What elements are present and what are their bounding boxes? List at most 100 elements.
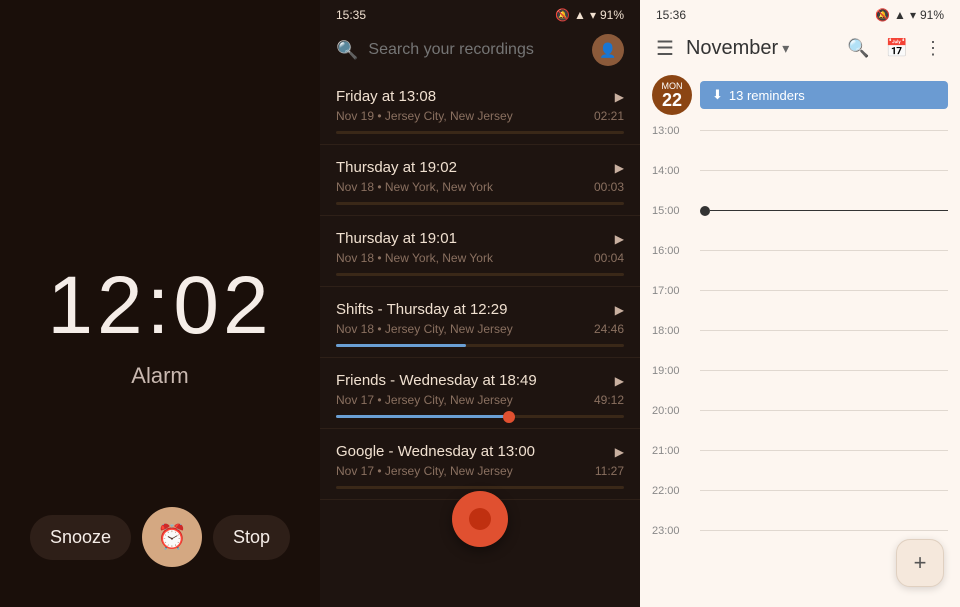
time-line bbox=[700, 530, 948, 531]
avatar-icon: 👤 bbox=[599, 42, 616, 59]
time-slot: 20:00 bbox=[640, 403, 960, 443]
recording-item[interactable]: Thursday at 19:01▶Nov 18 • New York, New… bbox=[320, 216, 640, 287]
time-line bbox=[700, 490, 948, 491]
search-icon: 🔍 bbox=[336, 40, 358, 61]
time-slot: 19:00 bbox=[640, 363, 960, 403]
time-label: 15:00 bbox=[652, 203, 692, 217]
time-label: 22:00 bbox=[652, 483, 692, 497]
progress-bar[interactable] bbox=[336, 344, 624, 347]
time-slot: 13:00 bbox=[640, 123, 960, 163]
recording-item[interactable]: Friday at 13:08 ▶ Nov 19 • Jersey City, Ne… bbox=[320, 74, 640, 145]
time-slot: 15:00 bbox=[640, 203, 960, 243]
progress-fill bbox=[336, 415, 509, 418]
time-line bbox=[700, 170, 948, 171]
time-slot: 21:00 bbox=[640, 443, 960, 483]
time-line bbox=[700, 370, 948, 371]
recording-meta: Nov 19 • Jersey City, New Jersey02:21 bbox=[336, 109, 624, 123]
calendar-toolbar-icons: 🔍 📅 ⋮ bbox=[841, 34, 948, 63]
recording-item[interactable]: Friends - Wednesday at 18:49 ▶ Nov 17 • Je… bbox=[320, 358, 640, 429]
recording-duration: 00:04 bbox=[594, 251, 624, 265]
calendar-date-row: Mon 22 ⬇ 13 reminders bbox=[640, 71, 960, 123]
recording-meta: Nov 18 • New York, New York 00:03 bbox=[336, 180, 624, 194]
progress-bar[interactable] bbox=[336, 415, 624, 418]
cal-battery: 91% bbox=[920, 8, 944, 22]
alarm-label: Alarm bbox=[131, 363, 188, 389]
recording-item[interactable]: Google - Wednesday at 13:00 ▶ Nov 17 • Jer… bbox=[320, 429, 640, 500]
recording-duration: 49:12 bbox=[594, 393, 624, 407]
progress-bar[interactable] bbox=[336, 202, 624, 205]
time-slot: 18:00 bbox=[640, 323, 960, 363]
recording-location: Nov 17 • Jersey City, New Jersey bbox=[336, 464, 513, 478]
recording-location: Nov 18 • Jersey City, New Jersey bbox=[336, 322, 513, 336]
recording-meta: Nov 17 • Jersey City, New Jersey 11:27 bbox=[336, 464, 624, 478]
recording-title: Friday at 13:08 bbox=[336, 88, 436, 105]
calendar-status-right: 🔕 ▲ ▾ 91% bbox=[875, 8, 944, 22]
time-label: 16:00 bbox=[652, 243, 692, 257]
time-line bbox=[700, 210, 948, 211]
alarm-clock-icon: ⏰ bbox=[157, 523, 187, 552]
month-title: November ▾ bbox=[686, 37, 833, 60]
time-line bbox=[700, 450, 948, 451]
more-button[interactable]: ⋮ bbox=[918, 34, 948, 63]
calendar-status-time: 15:36 bbox=[656, 8, 686, 22]
avatar[interactable]: 👤 bbox=[592, 34, 624, 66]
menu-button[interactable]: ☰ bbox=[652, 32, 678, 65]
month-dropdown-arrow[interactable]: ▾ bbox=[782, 40, 789, 57]
time-slot: 17:00 bbox=[640, 283, 960, 323]
play-button[interactable]: ▶ bbox=[615, 303, 624, 317]
calendar-timeline: 13:0014:00 15:00 16:00 17:00 18:00 19:0020:00… bbox=[640, 123, 960, 607]
recording-title: Google - Wednesday at 13:00 bbox=[336, 443, 535, 460]
alarm-icon-button[interactable]: ⏰ bbox=[142, 507, 202, 567]
play-button[interactable]: ▶ bbox=[615, 232, 624, 246]
record-button-inner bbox=[469, 508, 491, 530]
time-label: 18:00 bbox=[652, 323, 692, 337]
time-label: 21:00 bbox=[652, 443, 692, 457]
snooze-button[interactable]: Snooze bbox=[30, 515, 131, 560]
time-slot: 22:00 bbox=[640, 483, 960, 523]
mute-icon: 🔕 bbox=[555, 8, 570, 22]
time-slot: 14:00 bbox=[640, 163, 960, 203]
calendar-status-bar: 15:36 🔕 ▲ ▾ 91% bbox=[640, 0, 960, 26]
recording-location: Nov 18 • New York, New York bbox=[336, 180, 493, 194]
alarm-time: 12:02 bbox=[47, 259, 272, 353]
calendar-view-button[interactable]: 📅 bbox=[880, 34, 914, 63]
current-date-circle[interactable]: Mon 22 bbox=[652, 75, 692, 115]
add-event-button[interactable]: + bbox=[896, 539, 944, 587]
reminder-banner[interactable]: ⬇ 13 reminders bbox=[700, 81, 948, 109]
time-label: 17:00 bbox=[652, 283, 692, 297]
alarm-time-container: 12:02 Alarm bbox=[47, 60, 272, 507]
progress-bar[interactable] bbox=[336, 273, 624, 276]
time-line bbox=[700, 330, 948, 331]
recording-title: Friends - Wednesday at 18:49 bbox=[336, 372, 537, 389]
play-button[interactable]: ▶ bbox=[615, 374, 624, 388]
cal-mute-icon: 🔕 bbox=[875, 8, 890, 22]
recording-item[interactable]: Shifts - Thursday at 12:29 ▶ Nov 18 • Jers… bbox=[320, 287, 640, 358]
search-input[interactable] bbox=[368, 41, 582, 59]
progress-thumb[interactable] bbox=[503, 411, 515, 423]
cal-wifi-icon: ▾ bbox=[910, 8, 916, 22]
alarm-buttons: Snooze ⏰ Stop bbox=[20, 507, 300, 567]
recording-title: Thursday at 19:02 bbox=[336, 159, 457, 176]
recording-item[interactable]: Thursday at 19:02 ▶ Nov 18 • New York, New… bbox=[320, 145, 640, 216]
search-button[interactable]: 🔍 bbox=[841, 34, 875, 63]
progress-bar[interactable] bbox=[336, 131, 624, 134]
recording-title: Shifts - Thursday at 12:29 bbox=[336, 301, 507, 318]
wifi-icon: ▾ bbox=[590, 8, 596, 22]
play-button[interactable]: ▶ bbox=[615, 445, 624, 459]
recording-duration: 11:27 bbox=[595, 464, 624, 478]
calendar-panel: 15:36 🔕 ▲ ▾ 91% ☰ November ▾ 🔍 📅 ⋮ Mon 2… bbox=[640, 0, 960, 607]
progress-bar[interactable] bbox=[336, 486, 624, 489]
recording-location: Nov 18 • New York, New York bbox=[336, 251, 493, 265]
record-button[interactable] bbox=[452, 491, 508, 547]
play-button[interactable]: ▶ bbox=[615, 161, 624, 175]
current-time-line bbox=[710, 210, 948, 211]
stop-button[interactable]: Stop bbox=[213, 515, 290, 560]
time-label: 14:00 bbox=[652, 163, 692, 177]
recording-duration: 00:03 bbox=[594, 180, 624, 194]
recording-meta: Nov 18 • New York, New York 00:04 bbox=[336, 251, 624, 265]
current-time-dot bbox=[700, 206, 710, 216]
play-button[interactable]: ▶ bbox=[615, 90, 624, 104]
recording-location: Nov 17 • Jersey City, New Jersey bbox=[336, 393, 513, 407]
time-line bbox=[700, 250, 948, 251]
recordings-search-bar: 🔍 👤 bbox=[320, 26, 640, 74]
